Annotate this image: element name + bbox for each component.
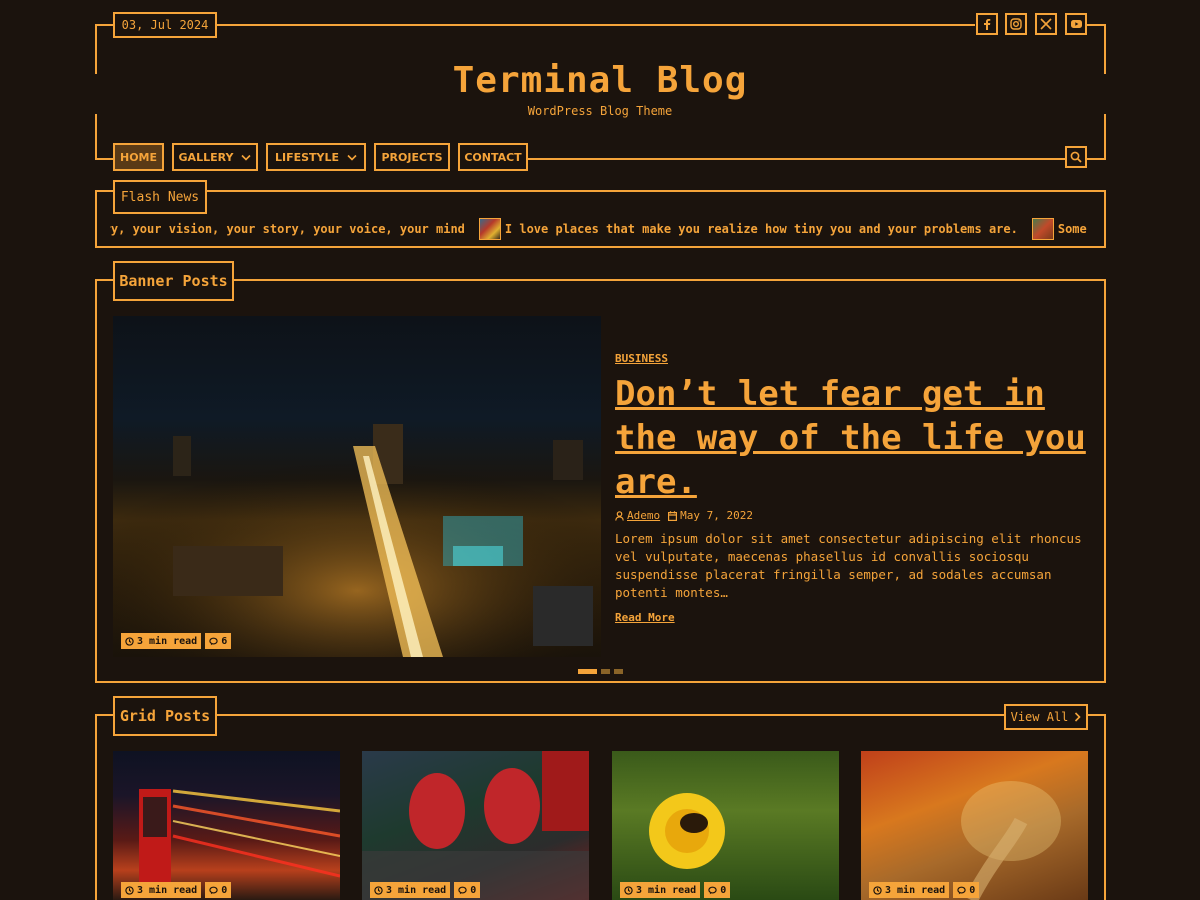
banner-section-label: Banner Posts: [113, 261, 234, 301]
chevron-down-icon: [347, 154, 357, 161]
grid-post-image[interactable]: 3 min read 0: [612, 751, 839, 900]
comment-icon: [458, 886, 467, 894]
comment-icon: [209, 886, 218, 894]
post-date: May 7, 2022: [680, 509, 753, 522]
site-title[interactable]: Terminal Blog: [0, 60, 1200, 101]
comments-count: 0: [969, 884, 976, 896]
comment-icon: [209, 637, 218, 645]
banner-image[interactable]: 3 min read 6: [113, 316, 601, 657]
clock-icon: [125, 636, 134, 646]
comments-badge[interactable]: 0: [454, 882, 481, 898]
instagram-icon[interactable]: [1005, 13, 1027, 35]
read-time-badge: 3 min read: [620, 882, 701, 898]
nav-contact-label: CONTACT: [464, 150, 522, 164]
grid-post-image[interactable]: 3 min read 0: [113, 751, 340, 900]
clock-icon: [873, 885, 882, 895]
view-all-label: View All: [1010, 710, 1069, 724]
flash-news-label: Flash News: [113, 180, 207, 214]
read-time-badge: 3 min read: [370, 882, 451, 898]
grid-post-image[interactable]: 3 min read 0: [362, 751, 589, 900]
ticker-item[interactable]: story, your vision, your story, your voi…: [110, 222, 465, 236]
chevron-right-icon: [1075, 712, 1082, 722]
calendar-icon: [668, 510, 678, 521]
site-description: WordPress Blog Theme: [527, 104, 673, 118]
search-icon: [1070, 151, 1082, 163]
post-excerpt: Lorem ipsum dolor sit amet consectetur a…: [615, 531, 1082, 600]
nav-home-label: HOME: [119, 150, 158, 164]
search-button[interactable]: [1065, 146, 1087, 168]
post-category-link[interactable]: BUSINESS: [615, 352, 668, 365]
read-time-text: 3 min read: [137, 635, 198, 647]
nav-lifestyle[interactable]: LIFESTYLE: [266, 143, 366, 171]
comments-badge[interactable]: 0: [953, 882, 980, 898]
comments-count: 0: [470, 884, 477, 896]
comments-count: 6: [221, 635, 228, 647]
nav-contact[interactable]: CONTACT: [458, 143, 528, 171]
clock-icon: [125, 885, 134, 895]
slider-dot-active[interactable]: [578, 669, 597, 674]
youtube-icon[interactable]: [1065, 13, 1087, 35]
comment-icon: [708, 886, 717, 894]
read-time-text: 3 min read: [386, 884, 447, 896]
news-ticker: story, your vision, your story, your voi…: [110, 216, 1088, 242]
chevron-down-icon: [241, 154, 252, 161]
clock-icon: [624, 885, 633, 895]
slider-dot[interactable]: [601, 669, 610, 674]
read-time-text: 3 min read: [137, 884, 198, 896]
read-time-text: 3 min read: [885, 884, 946, 896]
comments-badge[interactable]: 0: [704, 882, 731, 898]
user-icon: [615, 510, 624, 521]
clock-icon: [374, 885, 383, 895]
header-date: 03, Jul 2024: [113, 12, 217, 38]
read-time-badge: 3 min read: [121, 882, 202, 898]
comments-count: 0: [221, 884, 228, 896]
nav-home[interactable]: HOME: [113, 143, 164, 171]
x-icon[interactable]: [1035, 13, 1057, 35]
grid-post-image[interactable]: 3 min read 0: [861, 751, 1088, 900]
city-night-image: [113, 424, 601, 657]
ticker-item[interactable]: Some bea: [1058, 222, 1088, 236]
read-more-link[interactable]: Read More: [615, 611, 675, 624]
nav-lifestyle-label: LIFESTYLE: [274, 150, 340, 164]
post-author[interactable]: Ademo: [627, 509, 660, 522]
post-meta: Ademo May 7, 2022: [615, 509, 753, 522]
comments-count: 0: [720, 884, 727, 896]
ticker-item[interactable]: I love places that make you realize how …: [505, 222, 1018, 236]
comments-badge[interactable]: 0: [205, 882, 232, 898]
read-time-badge: 3 min read: [869, 882, 950, 898]
ticker-thumbnail: [1031, 218, 1054, 240]
nav-gallery[interactable]: GALLERY: [172, 143, 258, 171]
view-all-button[interactable]: View All: [1004, 704, 1088, 730]
comments-badge[interactable]: 6: [205, 633, 232, 649]
facebook-icon[interactable]: [976, 13, 998, 35]
read-time-badge: 3 min read: [121, 633, 202, 649]
banner-post-title[interactable]: Don’t let fear get in the way of the lif…: [615, 372, 1095, 504]
read-time-text: 3 min read: [636, 884, 697, 896]
nav-gallery-label: GALLERY: [178, 150, 234, 164]
nav-projects[interactable]: PROJECTS: [374, 143, 450, 171]
comment-icon: [957, 886, 966, 894]
grid-section-label: Grid Posts: [113, 696, 217, 736]
nav-projects-label: PROJECTS: [381, 150, 443, 164]
slider-dot[interactable]: [614, 669, 623, 674]
ticker-thumbnail: [478, 218, 501, 240]
